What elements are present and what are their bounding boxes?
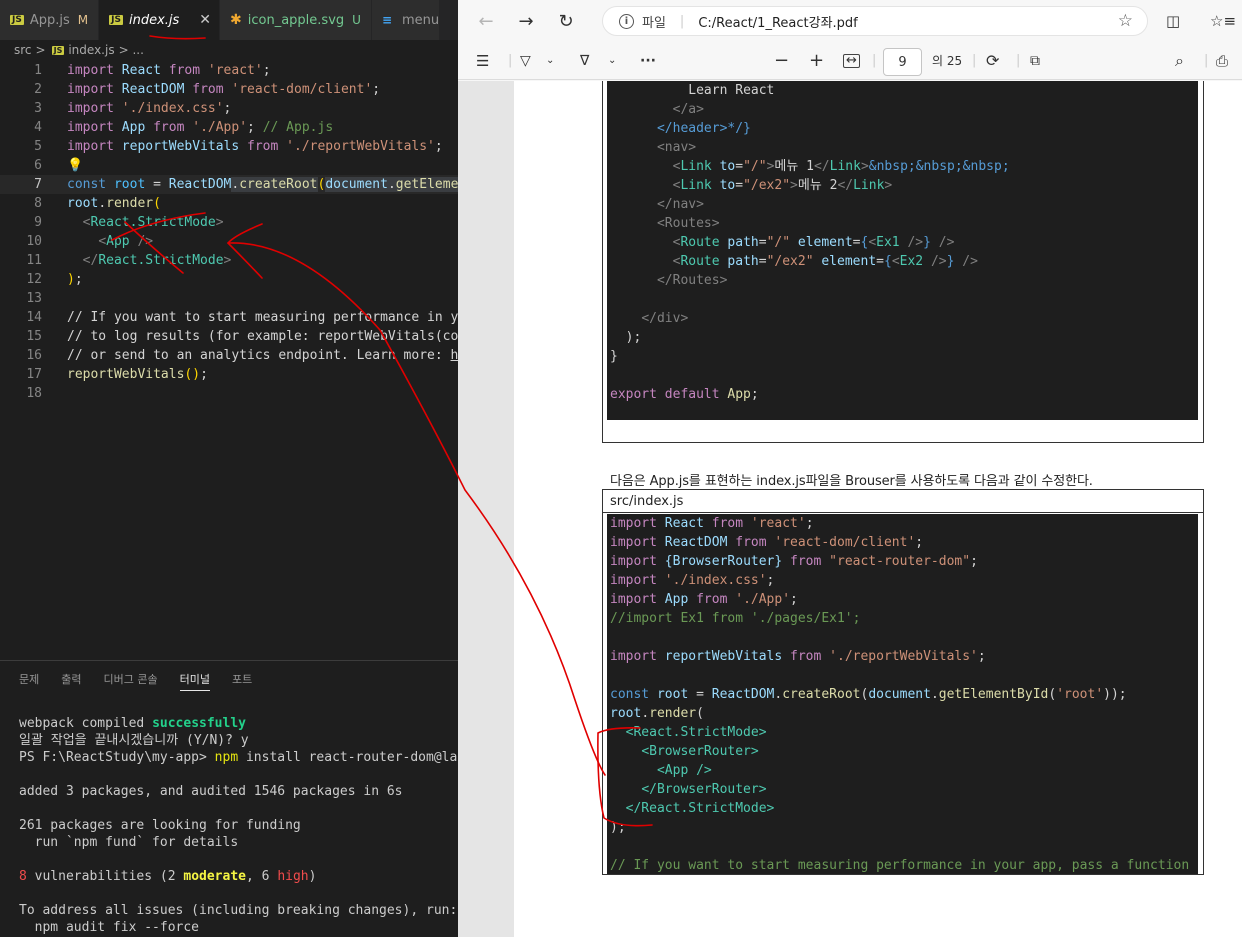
code-line: 10 <App /> [26, 234, 154, 249]
paragraph-text: 다음은 App.js를 표현하는 index.js파일을 Brouser를 사용… [610, 474, 1093, 489]
bottom-panel: 문제 출력 디버그 콘솔 터미널 포트 webpack compiled suc… [0, 660, 458, 937]
modified-badge: M [77, 13, 89, 27]
code-line: 16// or send to an analytics endpoint. L… [26, 348, 458, 363]
terminal-output[interactable]: webpack compiled successfully 일괄 작업을 끝내시겠… [19, 715, 458, 936]
panel-tabs: 문제 출력 디버그 콘솔 터미널 포트 [0, 661, 458, 693]
code-line: 9 <React.StrictMode> [34, 215, 224, 230]
chevron-down-icon[interactable]: ⌄ [608, 55, 616, 66]
breadcrumb-file[interactable]: index.js [68, 43, 114, 57]
page-total: 의 25 [932, 54, 963, 68]
untracked-badge: U [352, 13, 361, 27]
zoom-out-icon[interactable]: − [774, 50, 789, 71]
tab-app-js[interactable]: JS App.js M [0, 0, 100, 40]
close-icon[interactable]: ✕ [199, 12, 211, 28]
favorite-star-icon[interactable]: ☆ [1118, 11, 1133, 31]
terminal-line: 일괄 작업을 끝내시겠습니까 (Y/N)? y [19, 733, 249, 748]
tab-icon-apple-svg[interactable]: ✱ icon_apple.svg U [220, 0, 372, 40]
code-line: 4 import App from './App'; // App.js [34, 120, 334, 135]
draw-icon[interactable]: ∇ [580, 53, 589, 69]
code-line: 12); [26, 272, 83, 287]
favorites-icon[interactable]: ☆≡ [1210, 12, 1236, 30]
pdf-code-block: Learn React </a> </header>*/} <nav> <Lin… [607, 81, 1198, 420]
code-line: 14// If you want to start measuring perf… [26, 310, 458, 325]
terminal-line: webpack compiled successfully [19, 716, 246, 731]
terminal-line: To address all issues (including breakin… [19, 903, 458, 918]
page-view-icon[interactable]: ⧉ [1030, 53, 1040, 69]
terminal-line: npm audit fix --force [19, 920, 200, 935]
code-line: 2 import ReactDOM from 'react-dom/client'… [34, 82, 381, 97]
svg-file-icon: ✱ [230, 12, 242, 28]
tab-ports[interactable]: 포트 [232, 671, 252, 693]
address-bar[interactable]: i 파일 | C:/React/1_React강좌.pdf ☆ [602, 6, 1148, 36]
code-line: 7 const root = ReactDOM.createRoot(docume… [0, 175, 458, 194]
refresh-icon[interactable]: ↻ [546, 11, 586, 32]
code-line: 15// to log results (for example: report… [26, 329, 458, 344]
code-line: 3 import './index.css'; [34, 101, 232, 116]
chevron-down-icon[interactable]: ⌄ [546, 55, 554, 66]
contents-icon[interactable]: ☰ [476, 52, 489, 70]
tab-debug-console[interactable]: 디버그 콘솔 [104, 671, 158, 693]
terminal-line: 261 packages are looking for funding [19, 818, 301, 833]
split-screen-icon[interactable]: ◫ [1166, 12, 1180, 30]
pdf-page: Learn React </a> </header>*/} <nav> <Lin… [514, 81, 1242, 937]
page-number-input[interactable]: 9 [883, 48, 922, 76]
breadcrumb-folder[interactable]: src [14, 43, 32, 57]
code-line: 18 [26, 386, 42, 401]
highlight-icon[interactable]: ▽ [520, 53, 531, 69]
tab-output[interactable]: 출력 [61, 671, 81, 693]
info-icon[interactable]: i [619, 13, 634, 29]
code-line: 1 import React from 'react'; [34, 63, 271, 78]
file-label: src/index.js [610, 494, 684, 509]
css-file-icon: ≡ [381, 13, 392, 27]
code-line: 5 import reportWebVitals from './reportWe… [34, 139, 443, 154]
tab-menu[interactable]: ≡ menu [371, 0, 441, 40]
pdf-toolbar: ☰ | ▽ ⌄ ∇ ⌄ ··· − + ↔ | 9 의 25 | ⟳ | ⧉ ⌕… [458, 42, 1242, 80]
code-line: 6 💡 [34, 158, 84, 173]
js-file-icon: JS [109, 15, 123, 25]
forward-arrow-icon[interactable]: → [506, 11, 546, 32]
code-line: 17 reportWebVitals(); [26, 367, 208, 382]
tab-problems[interactable]: 문제 [19, 671, 39, 693]
address-url: C:/React/1_React강좌.pdf [698, 15, 858, 31]
code-editor[interactable]: 1 import React from 'react'; 2 import Reac… [0, 61, 458, 403]
js-file-icon: JS [10, 15, 24, 25]
js-file-icon: JS [51, 45, 65, 55]
breadcrumb: src > JS index.js > ... [14, 43, 144, 57]
terminal-line: PS F:\ReactStudy\my-app> npm install rea… [19, 750, 458, 765]
terminal-line: run `npm fund` for details [19, 835, 239, 850]
back-arrow-icon[interactable]: ← [466, 11, 506, 32]
fit-page-icon[interactable]: ↔ [843, 53, 860, 68]
zoom-in-icon[interactable]: + [809, 50, 824, 71]
code-line: 8 root.render( [34, 196, 161, 211]
more-options-icon[interactable]: ··· [640, 53, 656, 69]
terminal-line: added 3 packages, and audited 1546 packa… [19, 784, 403, 799]
code-line: 13 [26, 291, 42, 306]
tab-terminal[interactable]: 터미널 [179, 671, 210, 691]
pdf-code-block-index: import React from 'react'; import ReactDO… [607, 514, 1198, 874]
edge-browser-window: ← → ↻ i 파일 | C:/React/1_React강좌.pdf ☆ ◫ … [458, 0, 1242, 937]
lightbulb-icon[interactable]: 💡 [67, 158, 83, 173]
tab-index-js[interactable]: JS index.js ✕ [99, 0, 221, 40]
editor-tabs: JS App.js M JS index.js ✕ ✱ icon_apple.svg U ≡… [0, 0, 458, 40]
vscode-window: JS App.js M JS index.js ✕ ✱ icon_apple.svg U ≡… [0, 0, 458, 937]
print-icon[interactable]: ⎙ [1216, 52, 1228, 70]
search-icon[interactable]: ⌕ [1175, 51, 1184, 71]
terminal-line: 8 vulnerabilities (2 moderate, 6 high) [19, 869, 317, 884]
rotate-icon[interactable]: ⟳ [986, 51, 999, 70]
code-line: 11 </React.StrictMode> [26, 253, 232, 268]
browser-nav-bar: ← → ↻ i 파일 | C:/React/1_React강좌.pdf ☆ ◫ … [458, 0, 1242, 42]
